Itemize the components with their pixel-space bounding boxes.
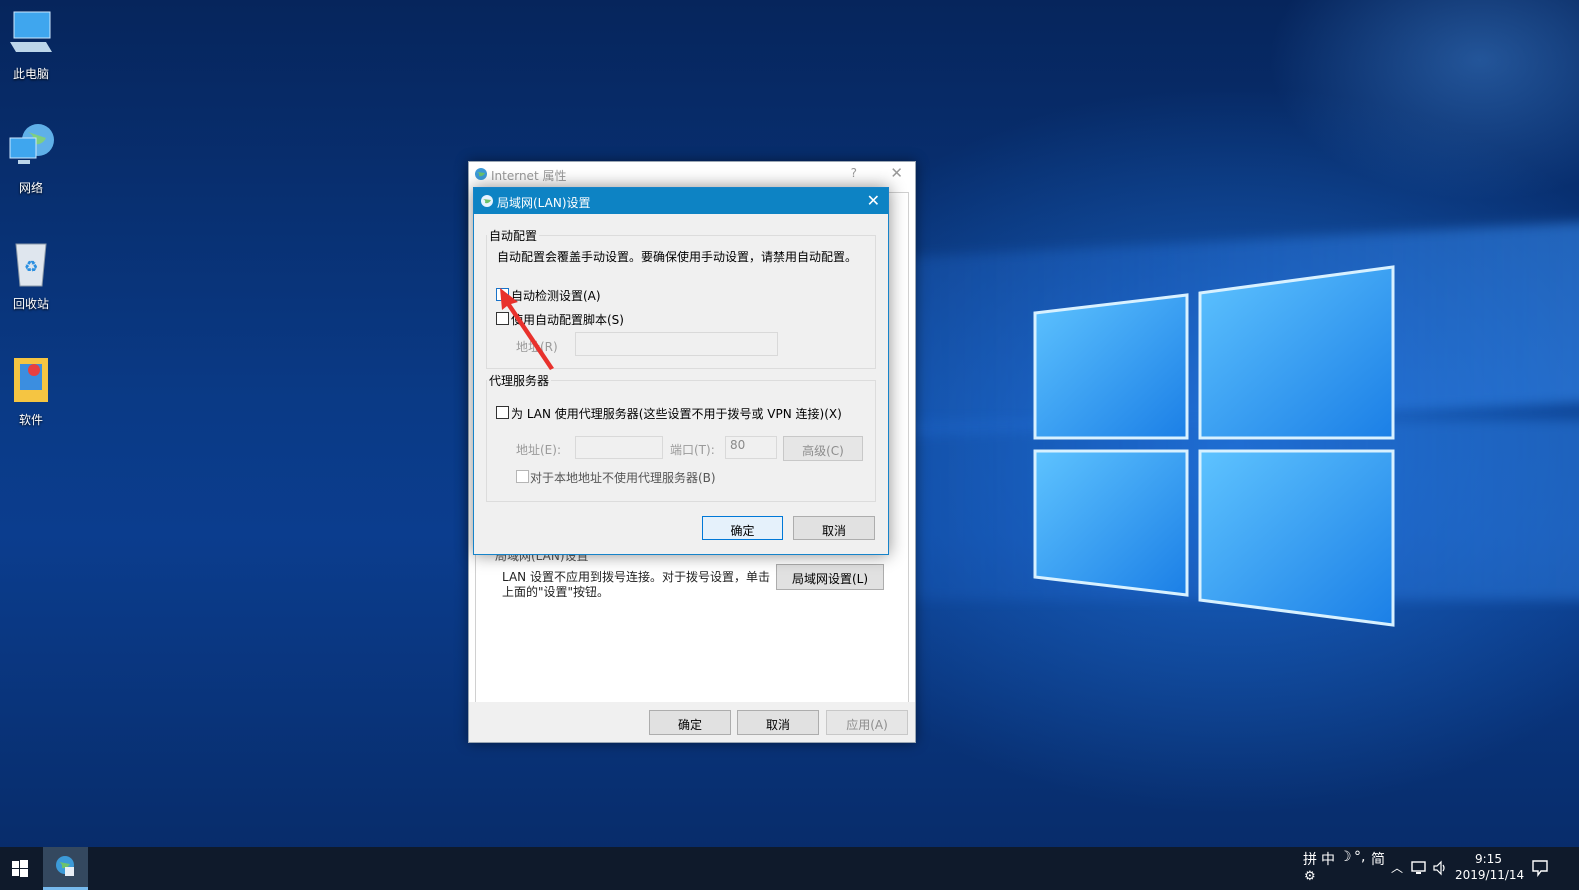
proxy-port-input[interactable]: 80: [725, 436, 777, 459]
lan-description: LAN 设置不应用到拨号连接。对于拨号设置，单击上面的"设置"按钮。: [502, 570, 770, 599]
taskbar: 拼 中 ☽ °, 简 ⚙ ︿ 9:15 2019/11/14: [0, 847, 1579, 890]
bypass-local-checkbox[interactable]: [516, 470, 529, 483]
proxy-port-label: 端口(T):: [670, 443, 715, 457]
auto-config-description: 自动配置会覆盖手动设置。要确保使用手动设置，请禁用自动配置。: [497, 250, 858, 264]
use-proxy-checkbox[interactable]: [496, 406, 509, 419]
ime-punctuation[interactable]: °,: [1354, 849, 1365, 865]
proxy-group-label: 代理服务器: [487, 372, 552, 389]
dialog-title: 局域网(LAN)设置: [497, 196, 591, 210]
internet-options-icon: [475, 168, 487, 180]
footer: 确定 取消 应用(A): [469, 702, 915, 742]
internet-options-icon: [481, 195, 493, 207]
desktop-icon-this-pc[interactable]: 此电脑: [3, 8, 59, 82]
bypass-local-label[interactable]: 对于本地地址不使用代理服务器(B): [530, 469, 716, 486]
apply-button[interactable]: 应用(A): [826, 710, 908, 735]
title-bar[interactable]: Internet 属性 ? ✕: [469, 162, 915, 186]
ime-pinyin[interactable]: 拼: [1303, 849, 1317, 869]
desktop-icon-label: 网络: [18, 181, 43, 195]
desktop-icon-software[interactable]: 软件: [3, 354, 59, 428]
action-center-icon[interactable]: [1531, 859, 1549, 877]
ime-halfwidth[interactable]: ☽: [1339, 849, 1352, 865]
cancel-button[interactable]: 取消: [793, 516, 875, 540]
windows-logo-wallpaper: [1033, 265, 1395, 627]
ok-button[interactable]: 确定: [649, 710, 731, 735]
software-folder-icon: [14, 358, 48, 402]
advanced-button[interactable]: 高级(C): [783, 436, 863, 461]
annotation-arrow-icon: [500, 288, 554, 370]
desktop-icon-label: 回收站: [12, 297, 49, 311]
ok-button[interactable]: 确定: [702, 516, 783, 540]
ime-chinese[interactable]: 中: [1321, 849, 1335, 869]
chevron-up-icon[interactable]: ︿: [1391, 859, 1403, 876]
gear-icon[interactable]: ⚙: [1304, 869, 1316, 884]
desktop-icon-label: 软件: [18, 413, 43, 427]
ime-simplified[interactable]: 简: [1371, 849, 1385, 869]
close-button[interactable]: ✕: [867, 191, 880, 210]
clock-time[interactable]: 9:15: [1475, 852, 1502, 866]
use-proxy-label[interactable]: 为 LAN 使用代理服务器(这些设置不用于拨号或 VPN 连接)(X): [511, 405, 842, 422]
start-windows-icon[interactable]: [0, 847, 40, 890]
desktop-icon-label: 此电脑: [12, 67, 49, 81]
auto-config-group-label: 自动配置: [487, 227, 540, 244]
desktop-icon-network[interactable]: 网络: [3, 122, 59, 196]
internet-options-icon: [56, 856, 74, 876]
svg-text:♻: ♻: [24, 257, 38, 276]
close-button[interactable]: ✕: [890, 164, 903, 182]
lan-settings-dialog: 局域网(LAN)设置 ✕ 自动配置 自动配置会覆盖手动设置。要确保使用手动设置，…: [473, 187, 889, 555]
recycle-bin-icon: ♻: [15, 243, 47, 287]
help-button[interactable]: ?: [851, 166, 857, 180]
dialog-title-bar[interactable]: 局域网(LAN)设置 ✕: [474, 188, 888, 214]
network-icon[interactable]: [1410, 860, 1428, 876]
clock-date[interactable]: 2019/11/14: [1455, 868, 1524, 882]
lan-settings-button[interactable]: 局域网设置(L): [776, 564, 884, 590]
window-title: Internet 属性: [491, 169, 567, 183]
proxy-address-input[interactable]: [575, 436, 663, 459]
proxy-address-label: 地址(E):: [516, 443, 561, 457]
taskbar-internet-options[interactable]: [43, 847, 88, 890]
script-address-input[interactable]: [575, 332, 778, 356]
cancel-button[interactable]: 取消: [737, 710, 819, 735]
computer-icon: [10, 11, 52, 52]
desktop-icon-recycle-bin[interactable]: ♻ 回收站: [3, 238, 59, 312]
volume-icon[interactable]: [1432, 860, 1450, 876]
network-globe-icon: [9, 124, 54, 164]
